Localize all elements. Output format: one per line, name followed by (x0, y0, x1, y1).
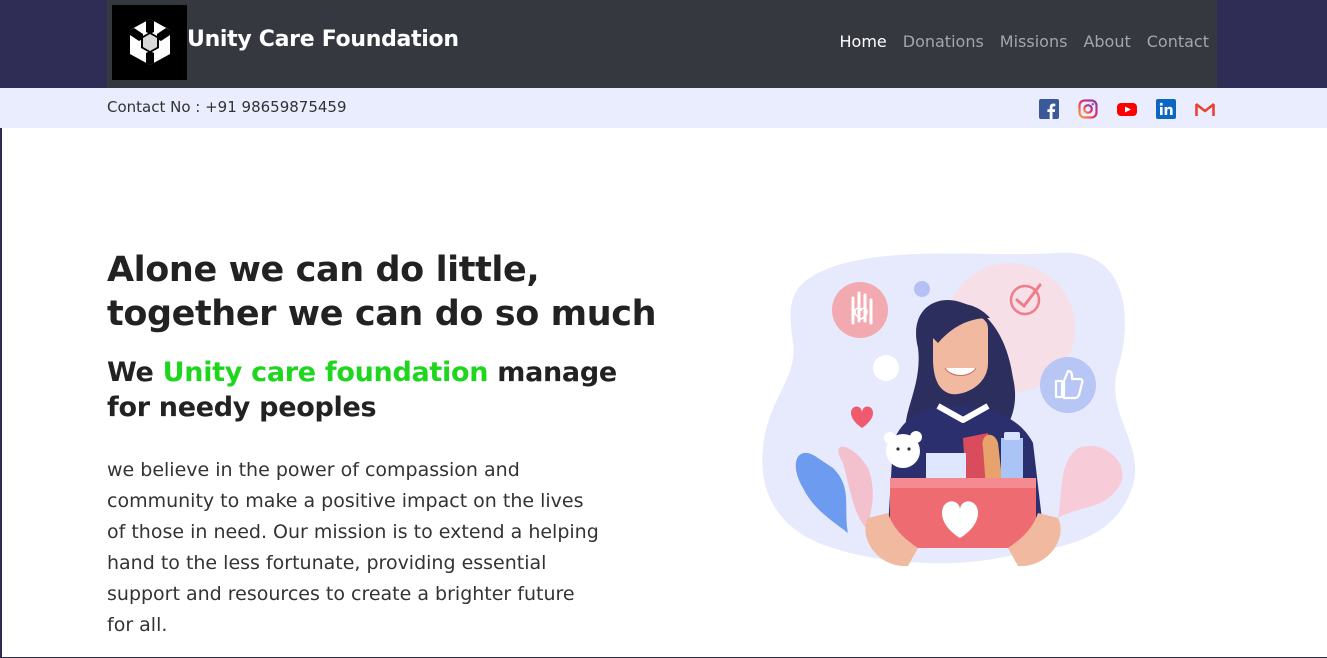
hero-para-line: we believe in the power of compassion an… (107, 459, 520, 481)
navbar: Unity Care Foundation Home Donations Mis… (107, 0, 1217, 88)
hero-para-line: hand to the less fortunate, providing es… (107, 552, 547, 574)
instagram-icon[interactable] (1078, 99, 1098, 119)
youtube-icon[interactable] (1117, 99, 1137, 119)
top-band: Unity Care Foundation Home Donations Mis… (0, 0, 1327, 88)
hero-description: we believe in the power of compassion an… (107, 455, 667, 641)
nav-about[interactable]: About (1083, 32, 1130, 51)
gmail-icon[interactable] (1195, 99, 1215, 119)
contact-bar: Contact No : +91 98659875459 (0, 88, 1327, 128)
thumbs-up-icon (1040, 357, 1096, 413)
hero-para-line: for all. (107, 614, 168, 636)
hero-illustration (758, 248, 1148, 577)
nav-missions[interactable]: Missions (1000, 32, 1068, 51)
main-nav: Home Donations Missions About Contact (840, 32, 1210, 51)
hero-sub-highlight: Unity care foundation (162, 357, 489, 388)
nav-home[interactable]: Home (840, 32, 887, 51)
brand-name[interactable]: Unity Care Foundation (187, 27, 459, 52)
linkedin-icon[interactable] (1156, 99, 1176, 119)
hero-title-line1: Alone we can do little, (107, 250, 540, 290)
hero-sub-prefix: We (107, 357, 154, 388)
logo[interactable] (112, 5, 187, 80)
unity-logo-icon (130, 19, 170, 65)
contact-number: Contact No : +91 98659875459 (107, 98, 347, 116)
hero-para-line: of those in need. Our mission is to exte… (107, 521, 599, 543)
nav-donations[interactable]: Donations (903, 32, 984, 51)
hero-para-line: community to make a positive impact on t… (107, 490, 584, 512)
hero-sub-suffix: manage (497, 357, 617, 388)
hero-para-line: support and resources to create a bright… (107, 583, 575, 605)
hero-sub-line2: for needy peoples (107, 392, 377, 423)
hero-title: Alone we can do little, together we can … (107, 248, 657, 336)
nav-contact[interactable]: Contact (1147, 32, 1209, 51)
facebook-icon[interactable] (1039, 99, 1059, 119)
hero-title-line2: together we can do so much (107, 294, 657, 334)
hero-subtitle: We Unity care foundation manage for need… (107, 355, 617, 425)
social-links (1039, 99, 1215, 119)
